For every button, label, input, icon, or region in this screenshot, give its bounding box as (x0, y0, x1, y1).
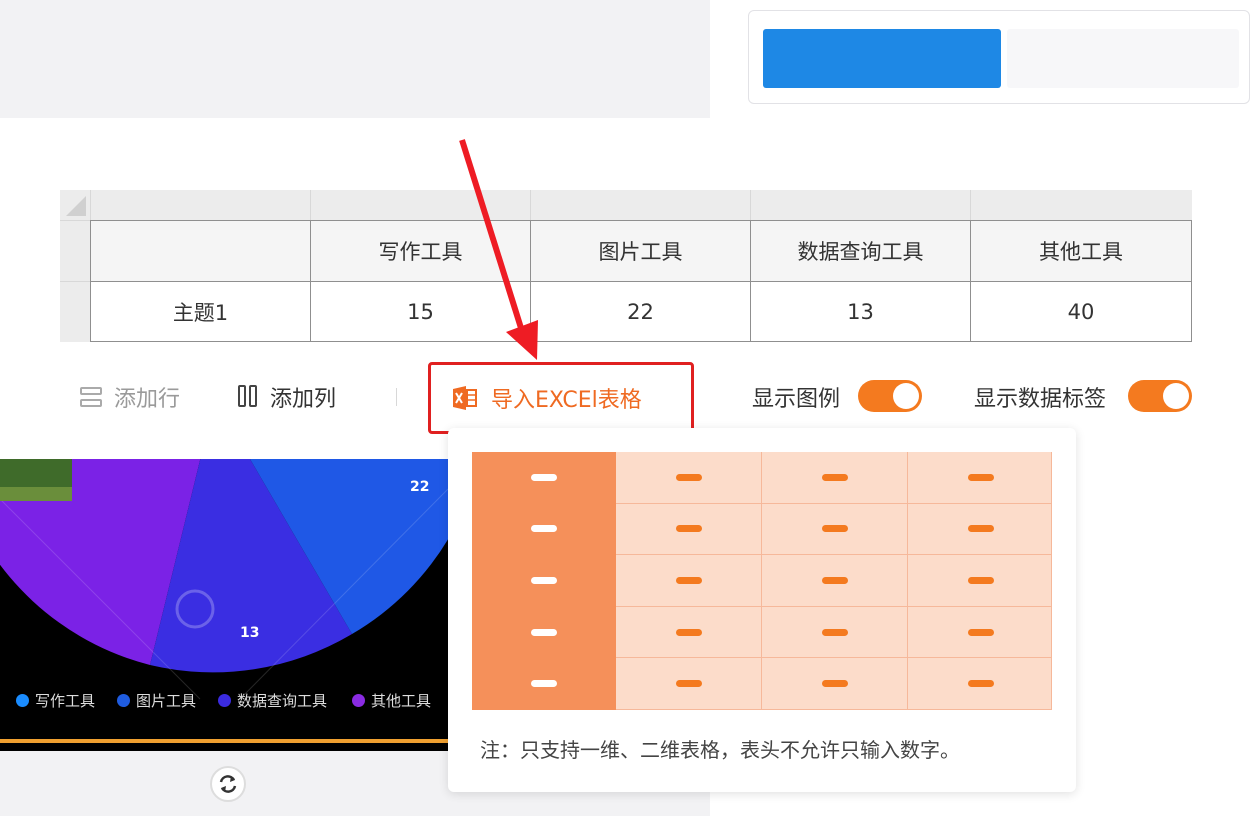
data-label: 22 (410, 479, 429, 495)
value-placeholder-dash (676, 473, 702, 481)
refresh-icon (219, 775, 237, 793)
legend-item: 图片工具 (117, 690, 196, 710)
header-cell[interactable]: 写作工具 (311, 220, 531, 282)
value-placeholder-dash (822, 680, 848, 688)
header-cell[interactable]: 图片工具 (531, 220, 751, 282)
import-hint-popup: 注：只支持一维、二维表格，表头不允许只输入数字。 (448, 428, 1076, 792)
value-placeholder-dash (676, 628, 702, 636)
header-placeholder-dash (531, 628, 557, 636)
header-cell[interactable]: 数据查询工具 (751, 220, 971, 282)
value-placeholder-dash (822, 577, 848, 584)
legend-item: 其他工具 (352, 690, 431, 710)
import-excel-button[interactable]: 导入EXCEl表格 (428, 362, 694, 434)
add-column-label: 添加列 (270, 387, 337, 412)
show-legend-toggle[interactable] (858, 380, 922, 412)
row-label-cell[interactable]: 主题1 (90, 282, 311, 342)
show-data-labels-label: 显示数据标签 (974, 387, 1107, 412)
add-row-icon (80, 386, 104, 408)
add-row-button[interactable]: 添加行 (80, 380, 180, 414)
top-card (748, 10, 1250, 104)
add-row-label: 添加行 (114, 387, 181, 412)
legend-item: 写作工具 (16, 690, 95, 710)
add-column-button[interactable]: 添加列 (236, 380, 336, 414)
column-header-e[interactable] (970, 190, 1192, 220)
value-placeholder-dash (968, 473, 994, 481)
primary-tab-button[interactable] (763, 29, 1001, 88)
show-data-labels-toggle[interactable] (1128, 380, 1192, 412)
row-header-2[interactable] (60, 281, 90, 342)
table-format-illustration (472, 452, 1052, 710)
value-placeholder-dash (822, 473, 848, 481)
value-placeholder-dash (968, 525, 994, 533)
legend-item: 数据查询工具 (218, 690, 327, 710)
legend-label: 写作工具 (35, 691, 96, 710)
import-excel-label: 导入EXCEl表格 (491, 388, 642, 413)
legend-label: 数据查询工具 (237, 691, 328, 710)
legend-label: 图片工具 (136, 691, 197, 710)
value-cell[interactable]: 22 (531, 282, 751, 342)
column-header-b[interactable] (310, 190, 530, 220)
data-sheet: 写作工具 图片工具 数据查询工具 其他工具 主题1 15 22 13 40 (60, 190, 1192, 342)
header-cell[interactable]: 其他工具 (971, 220, 1192, 282)
header-placeholder-dash (531, 525, 557, 533)
show-legend-label: 显示图例 (752, 387, 841, 412)
legend-label: 其他工具 (371, 691, 432, 710)
value-placeholder-dash (968, 680, 994, 688)
value-placeholder-dash (968, 577, 994, 584)
value-cell[interactable]: 15 (311, 282, 531, 342)
column-header-d[interactable] (750, 190, 970, 220)
value-placeholder-dash (676, 680, 702, 688)
value-placeholder-dash (822, 525, 848, 533)
value-placeholder-dash (822, 628, 848, 636)
value-placeholder-dash (968, 628, 994, 636)
select-all-corner[interactable] (60, 190, 90, 220)
toolbar-divider (396, 388, 397, 406)
refresh-button[interactable] (210, 766, 246, 802)
header-placeholder-dash (531, 577, 557, 584)
excel-icon (453, 386, 477, 410)
row-header-1[interactable] (60, 220, 90, 281)
value-cell[interactable]: 13 (751, 282, 971, 342)
import-note: 注：只支持一维、二维表格，表头不允许只输入数字。 (480, 738, 960, 762)
column-header-a[interactable] (90, 190, 310, 220)
header-placeholder-dash (531, 680, 557, 688)
column-header-c[interactable] (530, 190, 750, 220)
add-column-icon (236, 385, 260, 409)
data-label: 13 (240, 625, 259, 641)
value-placeholder-dash (676, 525, 702, 533)
chart-bottom-bar (0, 743, 448, 751)
value-cell[interactable]: 40 (971, 282, 1192, 342)
secondary-tab-button[interactable] (1007, 29, 1239, 88)
header-cell[interactable] (90, 220, 311, 282)
value-placeholder-dash (676, 577, 702, 584)
header-placeholder-dash (531, 473, 557, 481)
